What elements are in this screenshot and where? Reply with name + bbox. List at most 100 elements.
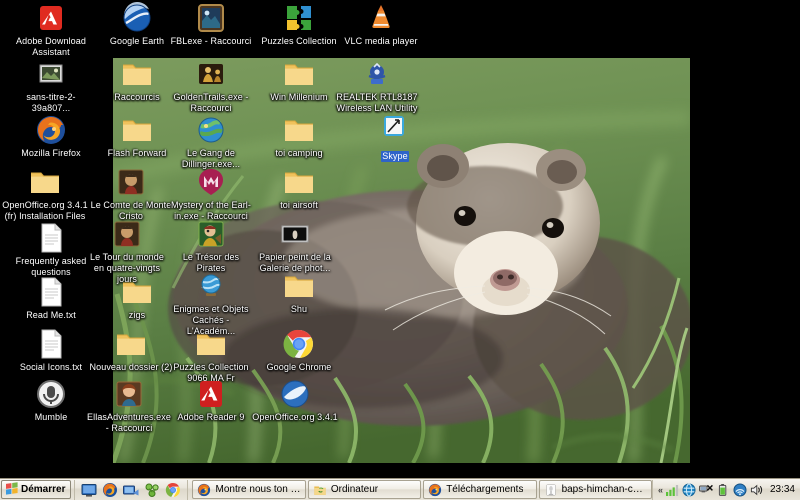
mystery-m-icon — [195, 166, 227, 198]
quick-launch-bar — [74, 479, 189, 500]
folder-icon — [115, 328, 147, 360]
desktop-icon-nouveau-dossier-2[interactable]: Nouveau dossier (2) — [88, 328, 174, 373]
goldentrails-icon — [195, 58, 227, 90]
taskbar-window-telechargements[interactable]: Téléchargements — [423, 480, 537, 499]
desktop-icon-label: VLC media player — [344, 36, 418, 46]
gang-globe-icon — [195, 114, 227, 146]
desktop-icon-label: FBLexe - Raccourci — [170, 36, 252, 46]
desktop-icon-le-comte-de-monte-cristo[interactable]: Le Comte de Monte Cristo — [88, 166, 174, 222]
chrome-icon — [283, 328, 315, 360]
desktop-icon-enigmes-et-objets-caches[interactable]: Enigmes et Objets Cachés - L'Académ... — [168, 270, 254, 337]
text-file-icon — [35, 328, 67, 360]
desktop-icon-google-chrome[interactable]: Google Chrome — [256, 328, 342, 373]
desktop-icon-mozilla-firefox[interactable]: Mozilla Firefox — [8, 114, 94, 159]
taskbar-window-baps[interactable]: baps-himchan-cheers-o... — [538, 480, 652, 499]
desktop-icon-label: toi camping — [275, 148, 323, 158]
desktop-screen: Adobe Download Assistant sans-titre-2-39… — [0, 0, 800, 500]
desktop-icon-label: Adobe Reader 9 — [177, 412, 245, 422]
desktop-icon-win-millenium-folder[interactable]: Win Millenium — [256, 58, 342, 103]
desktop-icon-puzzles-collection-9066[interactable]: Puzzles Collection 9066 MA Fr — [168, 328, 254, 384]
battery-icon[interactable] — [716, 483, 730, 497]
desktop-icon-shu-folder[interactable]: Shu — [256, 270, 342, 315]
firefox-icon[interactable] — [102, 482, 118, 498]
signal-bars-icon[interactable] — [665, 483, 679, 497]
folder-icon — [121, 58, 153, 90]
desktop-icon-read-me-txt[interactable]: Read Me.txt — [8, 276, 94, 321]
folder-icon — [121, 114, 153, 146]
volume-icon[interactable] — [750, 483, 764, 497]
taskbar-window-ordinateur[interactable]: Ordinateur — [307, 480, 422, 499]
desktop-icon-fblexe-raccourci[interactable]: FBLexe - Raccourci — [168, 2, 254, 47]
firefox-icon — [197, 483, 211, 497]
firefox-icon — [428, 483, 442, 497]
folder-icon — [195, 328, 227, 360]
fbl-tile-icon — [195, 2, 227, 34]
folder-icon — [283, 114, 315, 146]
desktop-icon-toi-camping-folder[interactable]: toi camping — [256, 114, 342, 159]
vlc-cone-icon — [365, 2, 397, 34]
folder-icon — [283, 270, 315, 302]
game-portrait-icon — [115, 166, 147, 198]
desktop-icon-label: Adobe Download Assistant — [16, 36, 86, 57]
openoffice-icon — [279, 378, 311, 410]
desktop-icon-label: OpenOffice.org 3.4.1 (fr) Installation F… — [2, 200, 88, 221]
desktop-icon-toi-airsoft-folder[interactable]: toi airsoft — [256, 166, 342, 211]
explorer-icon — [313, 483, 327, 497]
desktop-icon-realtek-wireless-lan[interactable]: REALTEK RTL8187 Wireless LAN Utility — [334, 58, 420, 114]
desktop-icon-label: REALTEK RTL8187 Wireless LAN Utility — [336, 92, 418, 113]
show-desktop-icon[interactable] — [81, 482, 97, 498]
folder-icon — [29, 166, 61, 198]
desktop-icon-mystery-of-the-earl[interactable]: Mystery of the Earl-in.exe - Raccourci — [168, 166, 254, 222]
taskbar: Démarrer Montre nous ton fo Ordinateur T… — [0, 478, 800, 500]
desktop-icon-label: Skype — [381, 151, 409, 162]
chrome-icon[interactable] — [165, 482, 181, 498]
taskbar-window-firefox-forum[interactable]: Montre nous ton fond d... — [192, 480, 306, 499]
desktop-icon-adobe-download-assistant[interactable]: Adobe Download Assistant — [8, 2, 94, 58]
desktop-icon-goldentrails-exe[interactable]: GoldenTrails.exe - Raccourci — [168, 58, 254, 114]
text-file-icon — [35, 276, 67, 308]
wireless-utility-icon[interactable] — [733, 483, 747, 497]
desktop-icon-vlc-media-player[interactable]: VLC media player — [338, 2, 424, 47]
network-disconnected-icon[interactable] — [699, 483, 713, 497]
desktop-icon-le-tresor-des-pirates[interactable]: Le Trésor des Pirates — [168, 218, 254, 274]
desktop-icon-label: Mozilla Firefox — [21, 148, 81, 158]
desktop-icon-social-icons-txt[interactable]: Social Icons.txt — [8, 328, 94, 373]
desktop-icon-label: GoldenTrails.exe - Raccourci — [173, 92, 249, 113]
desktop-icon-puzzles-collection[interactable]: Puzzles Collection — [256, 2, 342, 47]
media-player-icon[interactable] — [123, 482, 139, 498]
desktop-icon-adobe-reader-9[interactable]: Adobe Reader 9 — [168, 378, 254, 423]
desktop-icon-mumble[interactable]: Mumble — [8, 378, 94, 423]
desktop-icon-openoffice-org-341[interactable]: OpenOffice.org 3.4.1 — [252, 378, 338, 423]
desktop-icon-grid: Adobe Download Assistant sans-titre-2-39… — [0, 0, 800, 465]
start-button[interactable]: Démarrer — [1, 480, 72, 499]
desktop-icon-ellasadventures-exe[interactable]: EllasAdventures.exe - Raccourci — [86, 378, 172, 434]
desktop-icon-label: Puzzles Collection — [261, 36, 337, 46]
pirate-icon — [195, 218, 227, 250]
tray-expand-icon[interactable]: « — [658, 485, 663, 495]
desktop-icon-le-tour-du-monde[interactable]: Le Tour du monde en quatre-vingts jours — [84, 218, 170, 285]
folder-icon — [283, 166, 315, 198]
globe-small-icon — [195, 270, 227, 302]
desktop-icon-openoffice-install-files[interactable]: OpenOffice.org 3.4.1 (fr) Installation F… — [2, 166, 88, 222]
desktop-icon-label: toi airsoft — [280, 200, 318, 210]
desktop-icon-label: OpenOffice.org 3.4.1 — [252, 412, 338, 422]
game-portrait-icon — [111, 218, 143, 250]
mumble-icon — [35, 378, 67, 410]
network-icon[interactable] — [144, 482, 160, 498]
google-earth-icon — [121, 2, 153, 34]
desktop-icon-frequently-asked-questions[interactable]: Frequently asked questions — [8, 222, 94, 278]
desktop-icon-sans-titre-image[interactable]: sans-titre-2-39a807... — [8, 58, 94, 114]
desktop-icon-le-gang-de-dillinger[interactable]: Le Gang de Dillinger.exe... — [168, 114, 254, 170]
taskbar-window-label: Montre nous ton fond d... — [215, 484, 300, 495]
system-tray: « 23:34 — [651, 479, 799, 500]
desktop-icon-label: Shu — [290, 304, 308, 314]
adobe-reader-icon — [195, 378, 227, 410]
desktop-icon-label: Frequently asked questions — [15, 256, 87, 277]
puzzle-icon — [283, 2, 315, 34]
taskbar-clock[interactable]: 23:34 — [767, 484, 795, 495]
desktop-icon-label: Google Chrome — [266, 362, 332, 372]
network-globe-icon[interactable] — [682, 483, 696, 497]
desktop-icon-skype[interactable]: Skype — [352, 112, 438, 164]
desktop-icon-papier-peint-galerie[interactable]: Papier peint de la Galerie de phot... — [252, 218, 338, 274]
image-thumb-icon — [35, 58, 67, 90]
